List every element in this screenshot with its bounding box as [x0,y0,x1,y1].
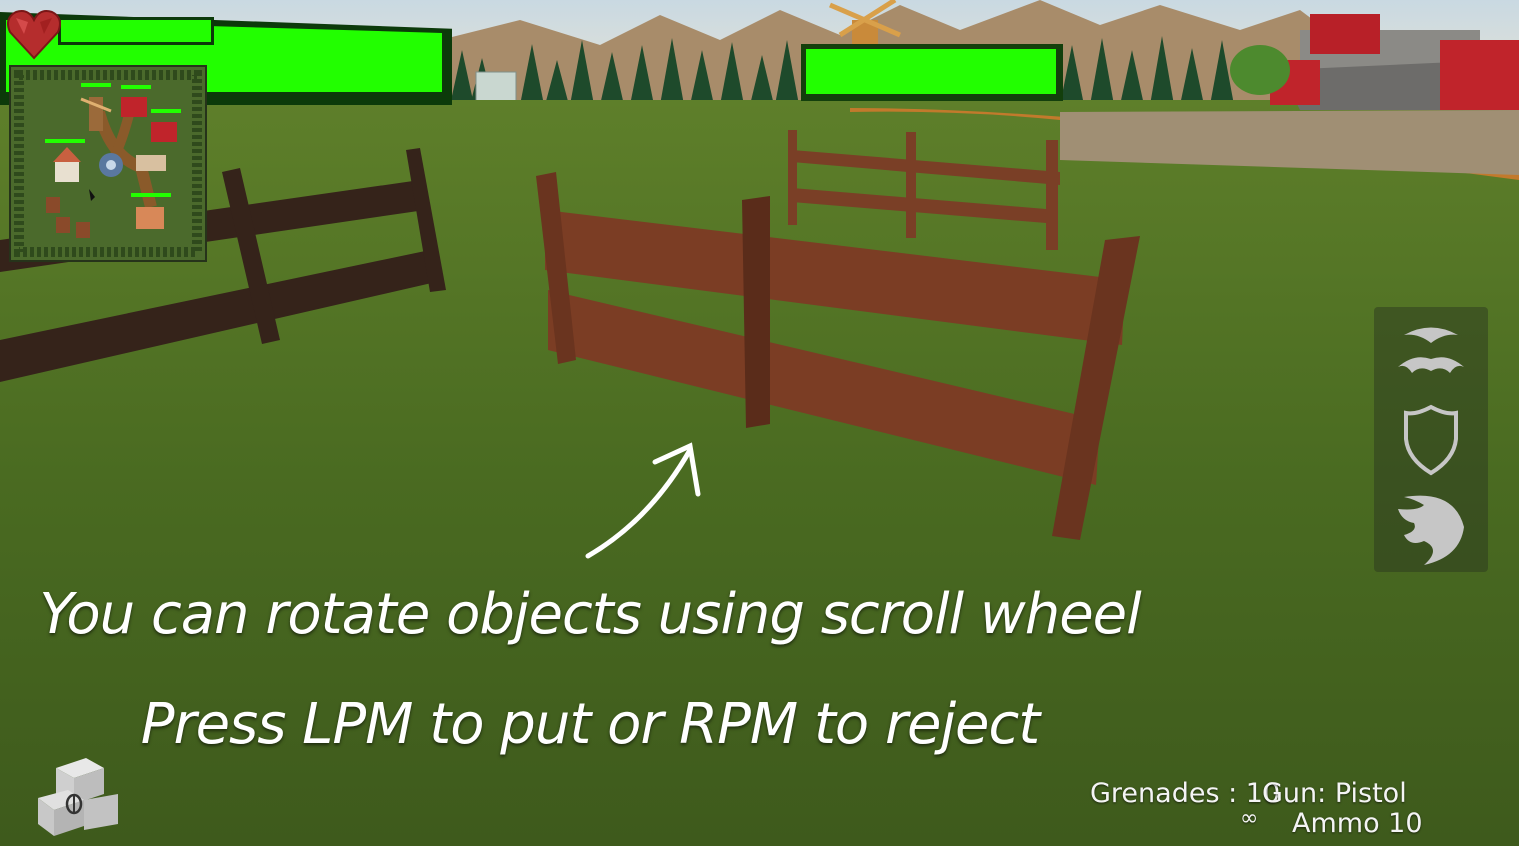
target-health-bar-fill [806,49,1056,94]
grenade-infinity-indicator: ∞ [1240,806,1259,831]
wings-ability-icon[interactable] [1384,315,1478,395]
fountain-icon [99,153,123,177]
gun-name: Gun: Pistol [1262,778,1407,809]
heart-icon [7,10,61,60]
minimap[interactable] [9,65,207,262]
tutorial-message: You can rotate objects using scroll whee… [0,560,1180,780]
player-health-bar-small [58,17,214,45]
tutorial-line-rotate: You can rotate objects using scroll whee… [39,582,1141,647]
tutorial-line-place: Press LPM to put or RPM to reject [140,692,1040,757]
grenades-count: Grenades : 10 [1090,778,1281,809]
market-icon [136,155,166,171]
build-blocks-icon[interactable] [34,754,120,838]
shield-ability-icon[interactable] [1384,399,1478,479]
minimap-map [11,67,205,260]
ammo-count: Ammo 10 [1292,808,1423,839]
ability-panel [1374,307,1488,572]
greenhouse [475,71,517,105]
dash-ability-icon[interactable] [1384,487,1478,567]
weapon-stats: Grenades : 10 Gun: Pistol ∞ Ammo 10 [1090,778,1510,840]
